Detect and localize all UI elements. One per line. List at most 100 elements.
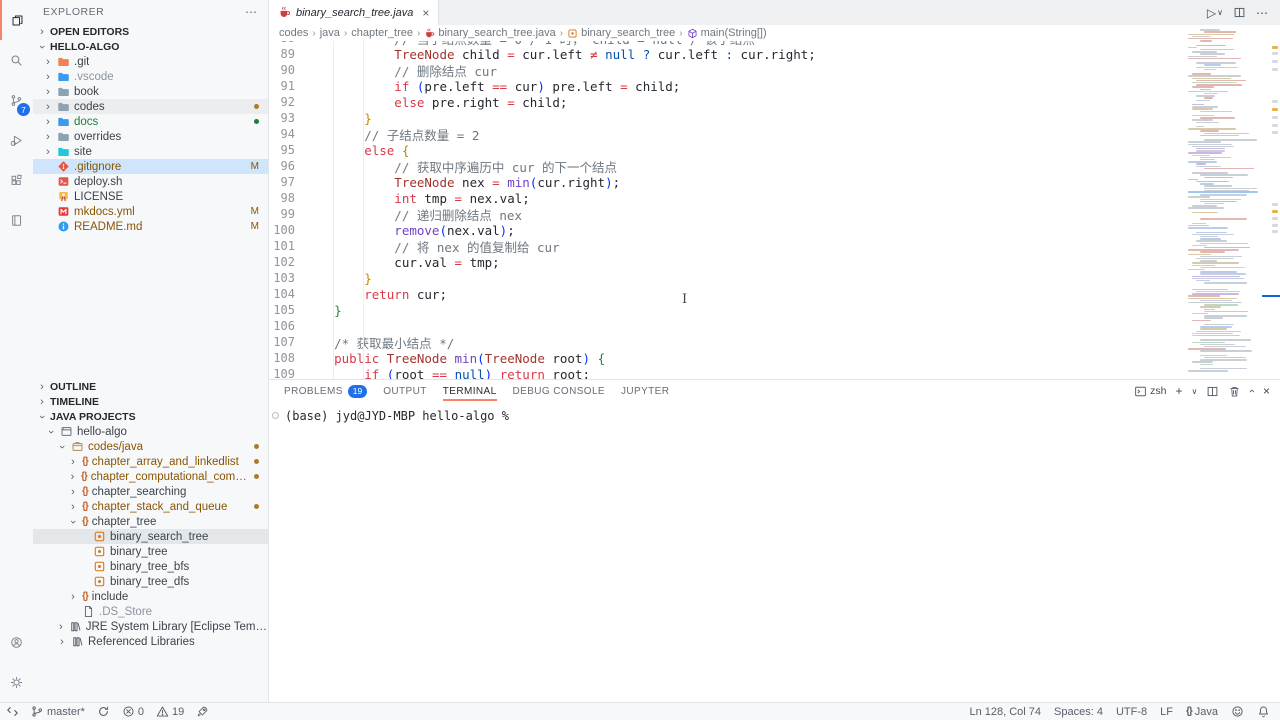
activity-item-notebook[interactable] [0,200,33,240]
status-eol[interactable]: LF [1160,706,1173,718]
file-item-deploy.sh[interactable]: deploy.sh [33,174,268,189]
overrides-folder-icon [57,130,70,143]
problems-dot-badge [254,471,259,482]
tab-binary-search-tree[interactable]: binary_search_tree.java × [269,0,439,25]
file-item-README.md[interactable]: README.md M [33,219,268,234]
rocket-icon [196,705,209,718]
search-icon [10,54,23,67]
status-remote-indicator[interactable] [6,705,19,718]
maximize-panel-icon[interactable]: › [1246,389,1258,393]
explorer-sidebar: EXPLORER ⋯ › OPEN EDITORS › HELLO-ALGO ›… [33,0,268,702]
java-item[interactable]: › JRE System Library [Eclipse Temurin 17… [33,619,268,634]
file-icon [82,605,95,618]
new-terminal-button[interactable]: + [1175,384,1182,398]
breadcrumb-item[interactable]: main(String[]) [687,27,767,39]
status-errors[interactable]: 0 [122,705,144,718]
line-number: 106 [269,319,295,333]
chevron-right-icon: › [37,396,47,408]
split-editor-button[interactable] [1233,6,1246,19]
code-line: 91 if (pre.left == cur) pre.left = child… [269,78,1280,94]
docs-folder-icon [57,115,70,128]
terminal-shell-picker[interactable]: zsh [1134,385,1166,398]
java-item[interactable]: .DS_Store [33,604,268,619]
status-encoding[interactable]: UTF-8 [1116,706,1147,718]
open-editors-section[interactable]: › OPEN EDITORS [33,24,268,39]
file-item-.gitignore[interactable]: .gitignore M [33,159,268,174]
panel-tab-output[interactable]: OUTPUT [383,380,427,402]
java-item[interactable]: binary_tree_dfs [33,574,268,589]
gitignore-file-icon [57,160,70,173]
activity-item-explorer[interactable] [0,0,33,40]
file-item-.git[interactable]: › .git [33,54,268,69]
problems-dot-badge [254,501,259,512]
activity-item-source-control[interactable]: 7 [0,80,33,120]
file-item-codes[interactable]: › codes [33,99,268,114]
breadcrumb-item[interactable]: codes [279,27,308,39]
status-warnings[interactable]: 19 [156,705,184,718]
run-button[interactable]: ▷∨ [1207,6,1223,20]
java-item[interactable]: binary_tree_bfs [33,559,268,574]
java-item[interactable]: › {}chapter_tree [33,514,268,529]
timeline-section[interactable]: › TIMELINE [33,394,268,409]
line-number: 92 [269,95,295,109]
code-editor[interactable]: 88 // 当子结点数量 = 0 / 1 时， child = null / 该… [269,41,1280,379]
file-item-.vscode[interactable]: › .vscode [33,69,268,84]
file-item-site[interactable]: › site [33,144,268,159]
status-rocket[interactable] [196,705,209,718]
terminal-dropdown-icon[interactable]: ∨ [1191,387,1197,396]
status-feedback[interactable] [1231,705,1244,718]
kill-terminal-button[interactable] [1228,385,1241,398]
activity-item-settings[interactable] [0,662,33,702]
class-icon [93,530,106,543]
more-actions-icon[interactable]: ⋯ [245,5,258,19]
java-item[interactable]: › {}chapter_searching [33,484,268,499]
project-root[interactable]: › HELLO-ALGO [33,39,268,54]
java-item[interactable]: › {}include [33,589,268,604]
split-terminal-button[interactable] [1206,385,1219,398]
status-cursor-position[interactable]: Ln 128, Col 74 [969,706,1041,718]
java-item[interactable]: › {}chapter_array_and_linkedlist [33,454,268,469]
java-item[interactable]: binary_tree [33,544,268,559]
activity-item-account[interactable] [0,622,33,662]
notebook-icon [10,214,23,227]
file-item-book[interactable]: › book [33,84,268,99]
panel-tab-problems[interactable]: PROBLEMS 19 [284,380,367,402]
breadcrumb-item[interactable]: chapter_tree [351,27,413,39]
remote-icon [6,705,19,718]
line-number: 89 [269,47,295,61]
java-projects-section[interactable]: › JAVA PROJECTS [33,409,268,424]
breadcrumb-item[interactable]: java [320,27,340,39]
java-item[interactable]: › codes/java [33,439,268,454]
activity-item-extensions[interactable] [0,160,33,200]
java-item[interactable]: › Referenced Libraries [33,634,268,649]
more-actions-icon[interactable]: ⋯ [1256,6,1268,20]
activity-item-search[interactable] [0,40,33,80]
close-panel-icon[interactable]: × [1263,384,1270,398]
file-item-mkdocs.yml[interactable]: mkdocs.yml M [33,204,268,219]
file-item-docs[interactable]: › docs [33,114,268,129]
breadcrumb-item[interactable]: binary_search_tree [567,27,675,39]
status-sync[interactable] [97,705,110,718]
file-item-LICENSE[interactable]: LICENSE [33,189,268,204]
code-line: 102 cur.val = tmp; [269,254,1280,270]
status-git-branch[interactable]: master* [31,705,85,718]
status-language-mode[interactable]: {}Java [1186,706,1218,718]
outline-section[interactable]: › OUTLINE [33,379,268,394]
panel-tab-terminal[interactable]: TERMINAL [443,380,497,402]
minimap[interactable] [1188,25,1262,377]
file-item-overrides[interactable]: › overrides [33,129,268,144]
close-icon[interactable]: × [422,6,429,20]
overview-ruler[interactable] [1262,25,1280,377]
activity-item-run-and-debug[interactable] [0,120,33,160]
terminal-output[interactable]: (base) jyd@JYD-MBP hello-algo % [269,402,1280,423]
panel-tab-debug-console[interactable]: DEBUG CONSOLE [513,380,605,402]
java-item[interactable]: binary_search_tree [33,529,268,544]
java-item[interactable]: › hello-algo [33,424,268,439]
problems-dot-badge [254,116,259,127]
status-indentation[interactable]: Spaces: 4 [1054,706,1103,718]
status-notifications[interactable] [1257,705,1270,718]
panel-tab-jupyter[interactable]: JUPYTER [621,380,669,402]
java-item[interactable]: › {}chapter_stack_and_queue [33,499,268,514]
java-item[interactable]: › {}chapter_computational_complexity [33,469,268,484]
breadcrumb-item[interactable]: binary_search_tree.java [424,27,555,39]
